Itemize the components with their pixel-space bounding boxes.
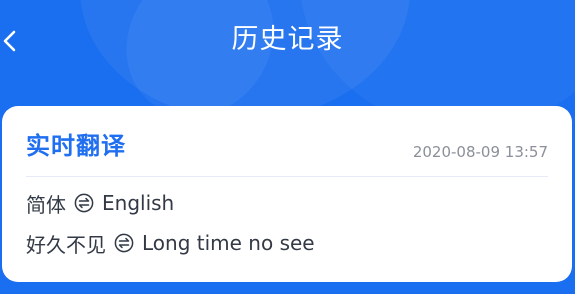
swap-arrows-icon <box>114 233 134 253</box>
record-timestamp: 2020-08-09 13:57 <box>412 143 548 161</box>
page-title: 历史记录 <box>231 24 344 55</box>
top-bar: 历史记录 <box>0 0 575 84</box>
source-language: 简体 <box>26 192 66 217</box>
phrase-row: 好久不见 Long time no see <box>26 228 315 258</box>
target-language: English <box>102 191 175 215</box>
history-record-card[interactable]: 实时翻译 2020-08-09 13:57 简体 English 好久不见 Lo… <box>2 106 572 282</box>
record-header: 实时翻译 2020-08-09 13:57 <box>26 124 548 177</box>
language-pair-row: 简体 English <box>26 188 174 218</box>
source-phrase: 好久不见 <box>26 232 106 257</box>
target-phrase: Long time no see <box>142 231 315 255</box>
translation-mode-label: 实时翻译 <box>26 132 126 160</box>
swap-arrows-icon <box>74 193 94 213</box>
